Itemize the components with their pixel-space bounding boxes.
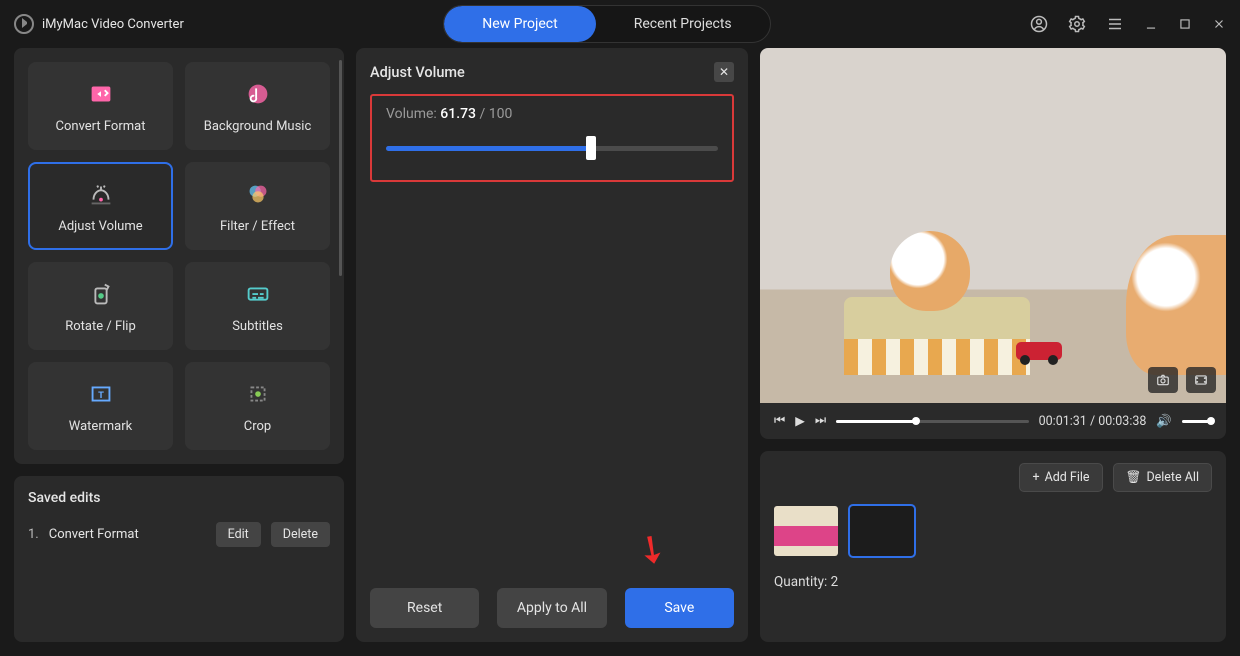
tools-panel: Convert Format Background Music Adjust Vol… bbox=[14, 48, 344, 464]
tool-label: Filter / Effect bbox=[220, 219, 295, 234]
quantity-label: Quantity: 2 bbox=[774, 574, 1212, 590]
preview-panel: ⏮ ▶ ⏭ 00:01:31 / 00:03:38 🔊 bbox=[760, 48, 1226, 439]
play-icon[interactable]: ▶ bbox=[795, 413, 805, 429]
tool-subtitles[interactable]: Subtitles bbox=[185, 262, 330, 350]
filter-effect-icon bbox=[243, 179, 273, 209]
plus-icon: + bbox=[1032, 470, 1039, 485]
quantity-value: 2 bbox=[831, 574, 839, 590]
progress-slider[interactable] bbox=[836, 420, 1028, 423]
tool-label: Convert Format bbox=[56, 119, 146, 134]
tool-label: Rotate / Flip bbox=[65, 319, 136, 334]
video-preview[interactable] bbox=[760, 48, 1226, 403]
saved-edit-name: Convert Format bbox=[49, 527, 206, 542]
file-thumbnail[interactable] bbox=[774, 506, 838, 556]
close-window-icon[interactable] bbox=[1212, 17, 1226, 31]
delete-all-button[interactable]: 🗑 Delete All bbox=[1113, 463, 1212, 492]
volume-value: 61.73 bbox=[440, 106, 476, 122]
volume-icon[interactable]: 🔊 bbox=[1156, 414, 1172, 429]
volume-slider[interactable] bbox=[386, 142, 718, 154]
volume-label: Volume: 61.73 / 100 bbox=[386, 106, 718, 122]
saved-edits-panel: Saved edits 1. Convert Format Edit Delet… bbox=[14, 476, 344, 642]
crop-icon bbox=[243, 379, 273, 409]
fullscreen-icon[interactable] bbox=[1186, 367, 1216, 393]
tool-watermark[interactable]: T Watermark bbox=[28, 362, 173, 450]
delete-all-label: Delete All bbox=[1146, 470, 1199, 485]
prev-frame-icon[interactable]: ⏮ bbox=[774, 413, 785, 429]
tool-background-music[interactable]: Background Music bbox=[185, 62, 330, 150]
right-column: ⏮ ▶ ⏭ 00:01:31 / 00:03:38 🔊 + Add File 🗑 D… bbox=[760, 48, 1226, 642]
trash-icon: 🗑 bbox=[1126, 470, 1142, 485]
menu-icon[interactable] bbox=[1106, 15, 1124, 33]
volume-label-text: Volume: bbox=[386, 106, 437, 122]
app-logo-icon bbox=[14, 14, 34, 34]
tool-convert-format[interactable]: Convert Format bbox=[28, 62, 173, 150]
tool-label: Subtitles bbox=[232, 319, 283, 334]
saved-edit-edit-button[interactable]: Edit bbox=[216, 522, 261, 547]
action-buttons: Reset Apply to All Save bbox=[370, 574, 734, 628]
svg-text:T: T bbox=[98, 389, 104, 400]
window-controls bbox=[1030, 15, 1226, 33]
project-segmented-control: New Project Recent Projects bbox=[443, 5, 770, 43]
file-list-panel: + Add File 🗑 Delete All Quantity: 2 bbox=[760, 451, 1226, 642]
tool-label: Watermark bbox=[69, 419, 132, 434]
rotate-flip-icon bbox=[86, 279, 116, 309]
time-current: 00:01:31 bbox=[1039, 414, 1087, 429]
tool-crop[interactable]: Crop bbox=[185, 362, 330, 450]
watermark-icon: T bbox=[86, 379, 116, 409]
add-file-label: Add File bbox=[1045, 470, 1090, 485]
snapshot-icon[interactable] bbox=[1148, 367, 1178, 393]
add-file-button[interactable]: + Add File bbox=[1019, 463, 1102, 492]
adjust-volume-panel: Adjust Volume ✕ Volume: 61.73 / 100 ➘ Re… bbox=[356, 48, 748, 642]
save-button[interactable]: Save bbox=[625, 588, 734, 628]
settings-icon[interactable] bbox=[1068, 15, 1086, 33]
subtitles-icon bbox=[243, 279, 273, 309]
tool-label: Background Music bbox=[204, 119, 312, 134]
volume-highlight-box: Volume: 61.73 / 100 bbox=[370, 94, 734, 182]
app-title-text: iMyMac Video Converter bbox=[42, 17, 184, 32]
apply-to-all-button[interactable]: Apply to All bbox=[497, 588, 606, 628]
center-column: Adjust Volume ✕ Volume: 61.73 / 100 ➘ Re… bbox=[356, 48, 748, 642]
tool-rotate-flip[interactable]: Rotate / Flip bbox=[28, 262, 173, 350]
saved-edit-index: 1. bbox=[28, 527, 39, 542]
close-panel-button[interactable]: ✕ bbox=[714, 62, 734, 82]
tool-label: Adjust Volume bbox=[58, 219, 142, 234]
preview-volume-slider[interactable] bbox=[1182, 420, 1212, 423]
background-music-icon bbox=[243, 79, 273, 109]
new-project-tab[interactable]: New Project bbox=[444, 6, 596, 42]
tool-adjust-volume[interactable]: Adjust Volume bbox=[28, 162, 173, 250]
playback-bar: ⏮ ▶ ⏭ 00:01:31 / 00:03:38 🔊 bbox=[760, 403, 1226, 439]
next-frame-icon[interactable]: ⏭ bbox=[815, 413, 826, 429]
saved-edit-delete-button[interactable]: Delete bbox=[271, 522, 330, 547]
tool-filter-effect[interactable]: Filter / Effect bbox=[185, 162, 330, 250]
title-bar: iMyMac Video Converter New Project Recen… bbox=[0, 0, 1240, 48]
quantity-label-text: Quantity: bbox=[774, 574, 827, 590]
file-thumbnail[interactable] bbox=[850, 506, 914, 556]
volume-max: 100 bbox=[489, 106, 513, 122]
account-icon[interactable] bbox=[1030, 15, 1048, 33]
app-title: iMyMac Video Converter bbox=[14, 14, 184, 34]
time-total: 00:03:38 bbox=[1098, 414, 1146, 429]
main-layout: Convert Format Background Music Adjust Vol… bbox=[0, 48, 1240, 656]
adjust-volume-icon bbox=[86, 179, 116, 209]
minimize-icon[interactable] bbox=[1144, 17, 1158, 31]
adjust-panel-title: Adjust Volume bbox=[370, 64, 465, 81]
left-column: Convert Format Background Music Adjust Vol… bbox=[14, 48, 344, 642]
tool-label: Crop bbox=[244, 419, 271, 434]
reset-button[interactable]: Reset bbox=[370, 588, 479, 628]
recent-projects-tab[interactable]: Recent Projects bbox=[596, 6, 770, 42]
annotation-arrow: ➘ bbox=[626, 522, 678, 577]
maximize-icon[interactable] bbox=[1178, 17, 1192, 31]
saved-edit-row: 1. Convert Format Edit Delete bbox=[28, 522, 330, 547]
time-display: 00:01:31 / 00:03:38 bbox=[1039, 414, 1147, 429]
tools-scrollbar[interactable] bbox=[339, 60, 342, 452]
convert-format-icon bbox=[86, 79, 116, 109]
volume-separator: / bbox=[480, 106, 489, 122]
saved-edits-heading: Saved edits bbox=[28, 490, 330, 506]
